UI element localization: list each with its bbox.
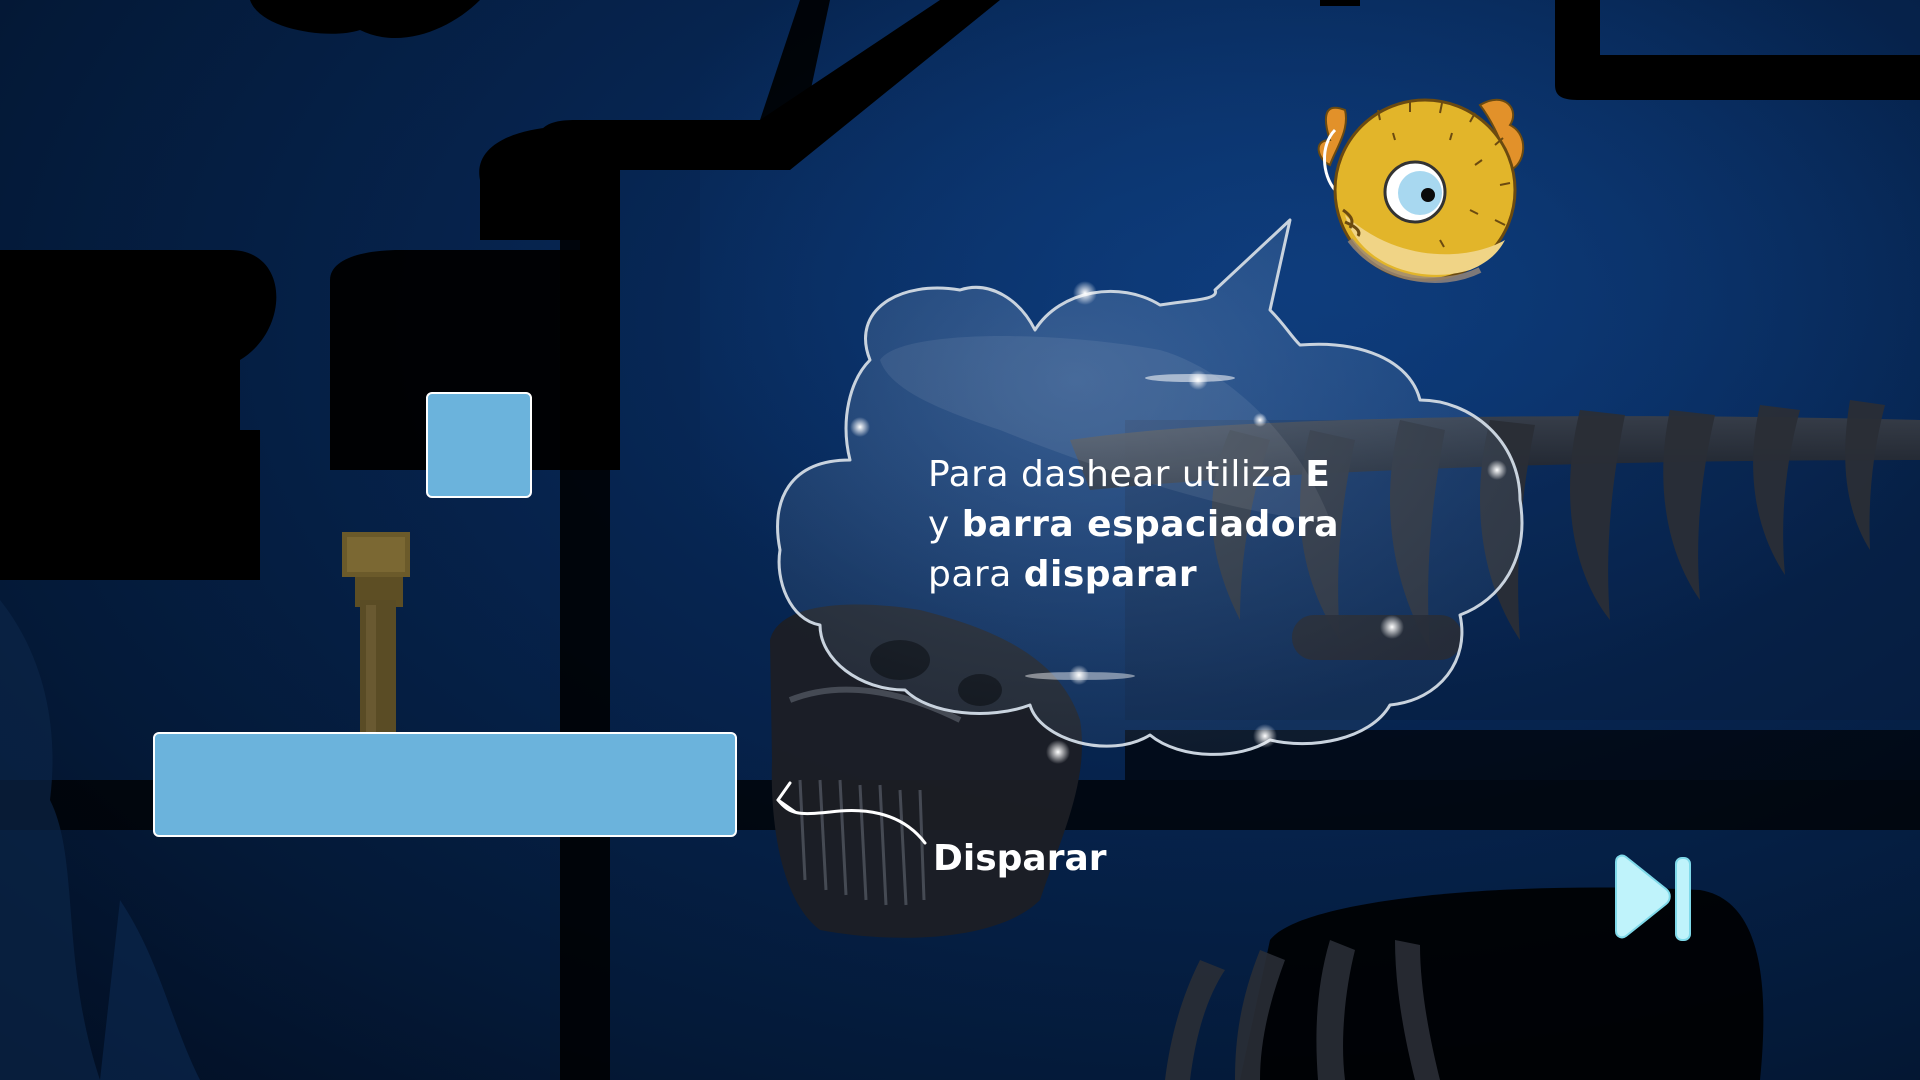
skip-forward-icon bbox=[1615, 854, 1691, 941]
game-scene: Para dashear utiliza E y barra espaciado… bbox=[0, 0, 1920, 1080]
skip-button[interactable] bbox=[1608, 852, 1708, 942]
shoot-callout-label: Disparar bbox=[933, 838, 1107, 879]
